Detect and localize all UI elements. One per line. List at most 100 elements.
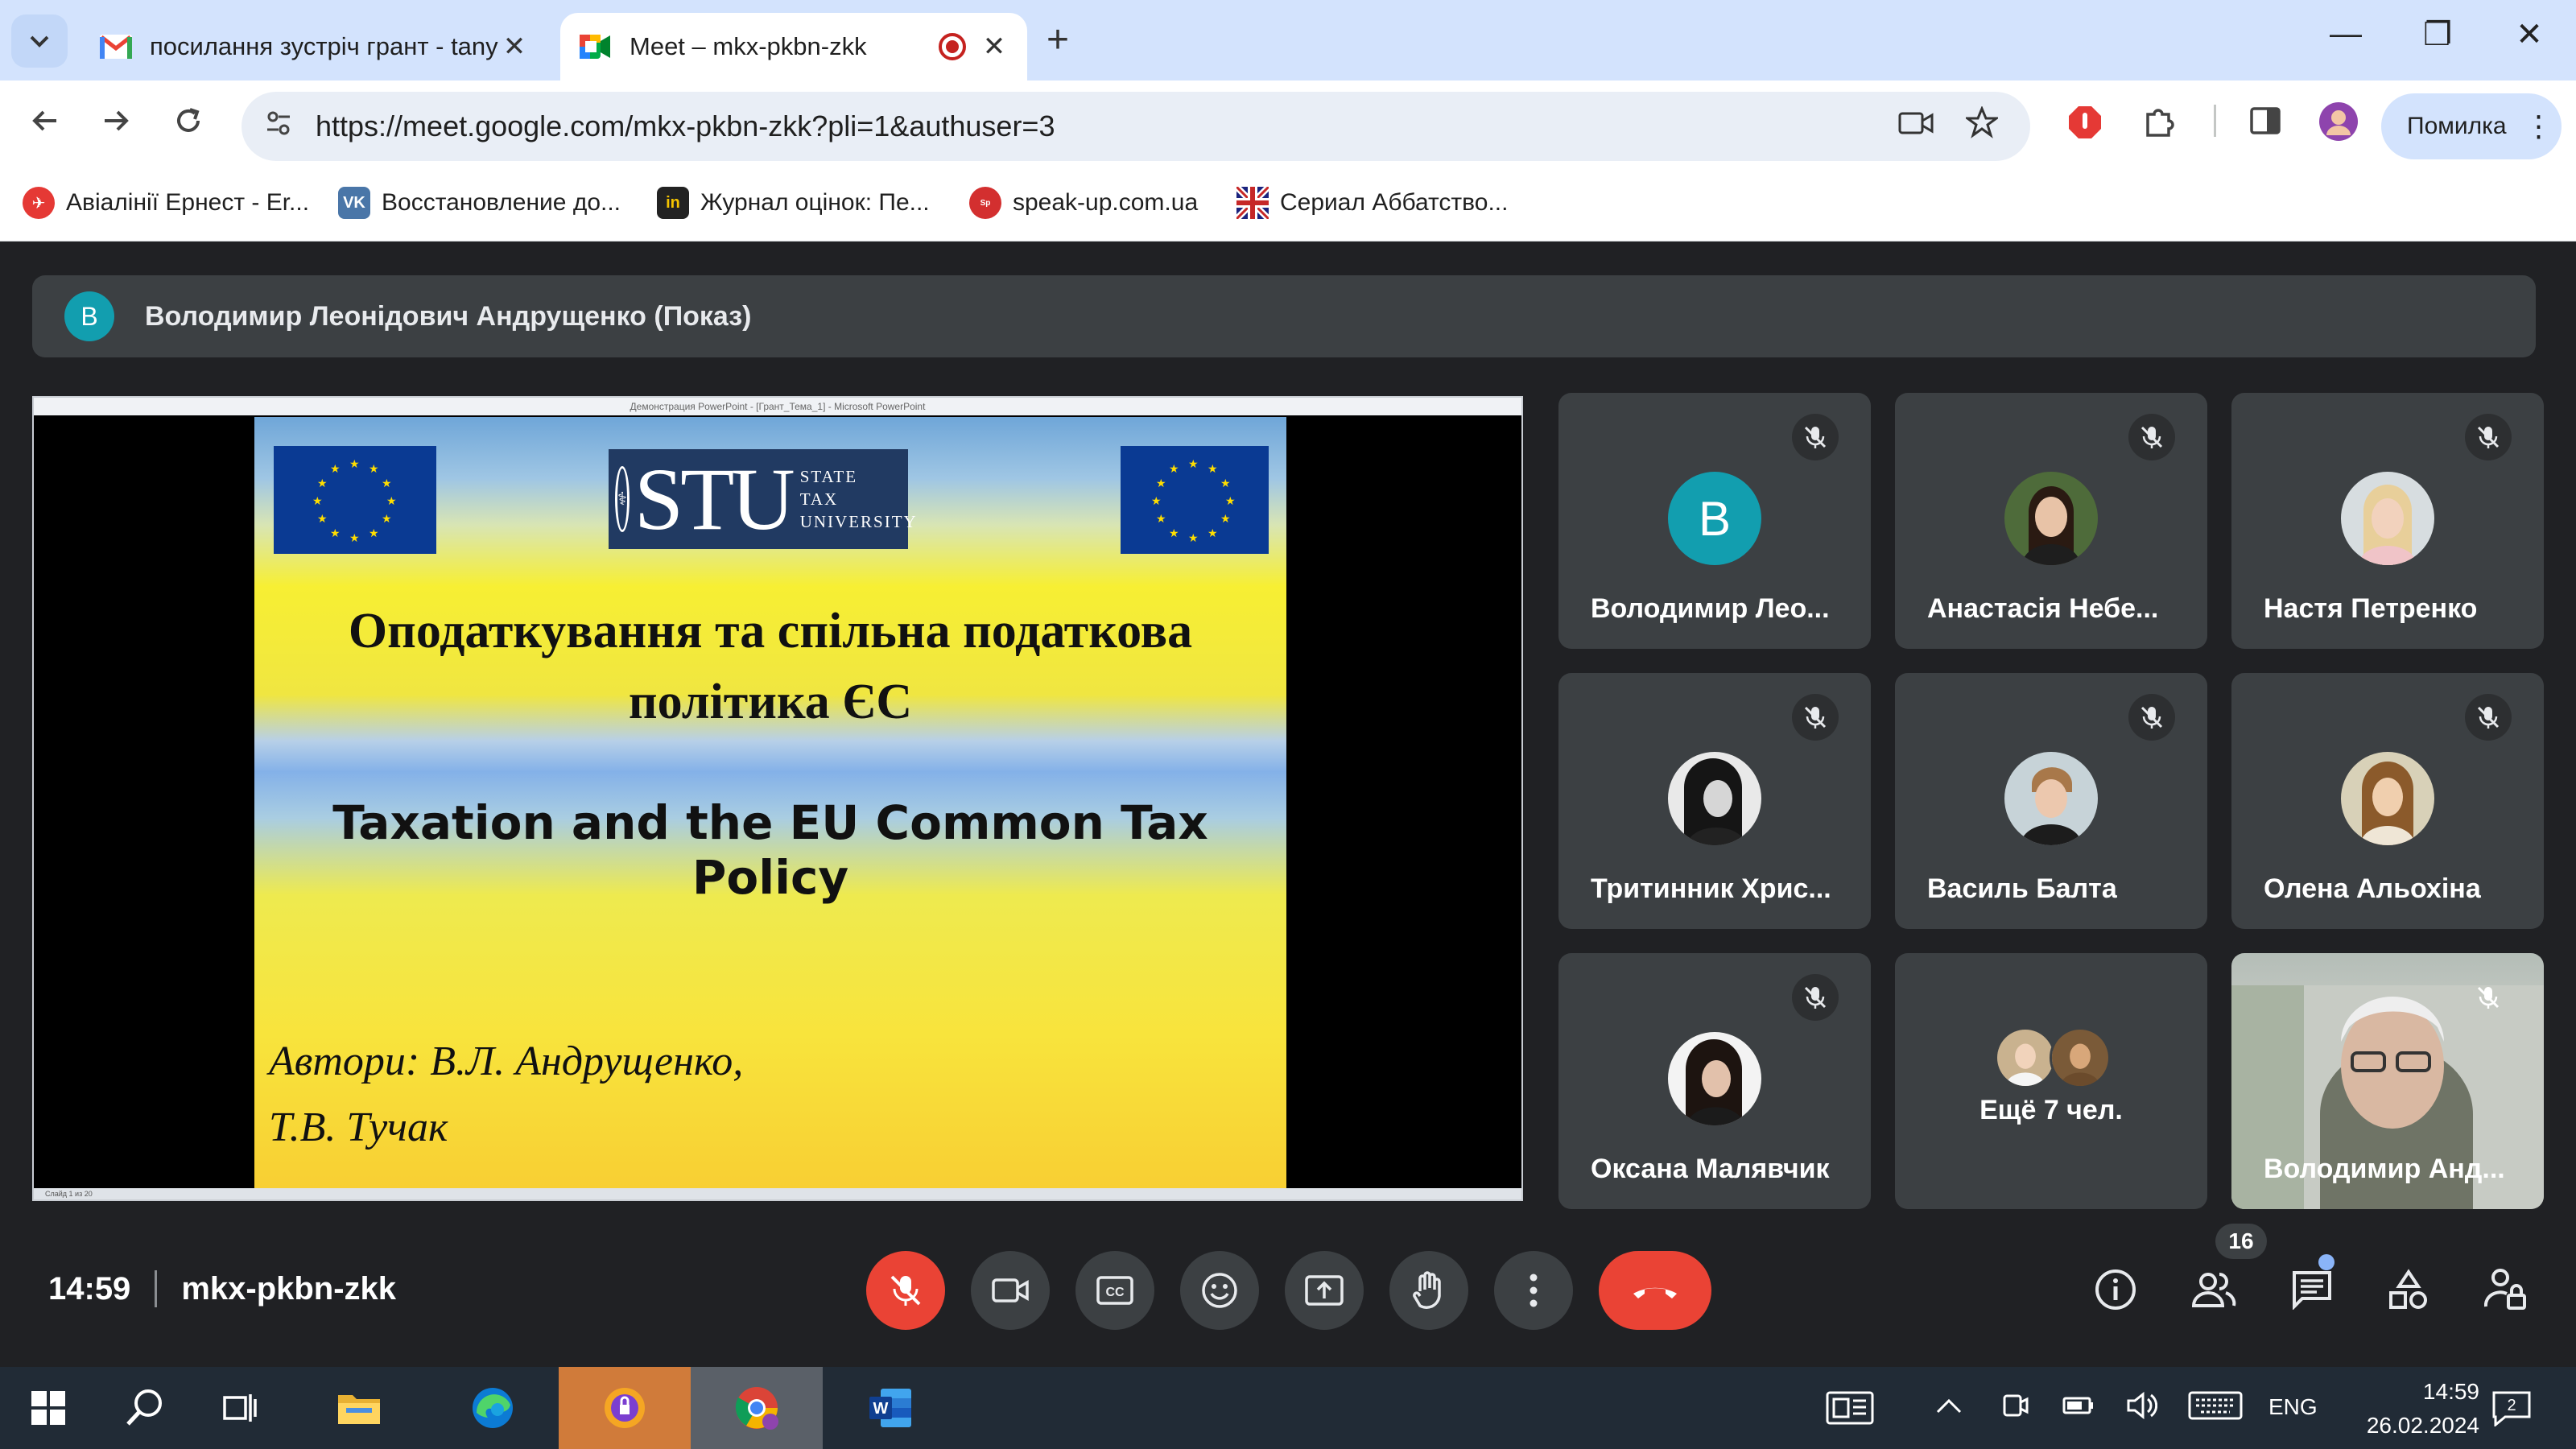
arrow-left-icon [32, 110, 56, 131]
emoji-icon [1202, 1273, 1237, 1308]
meeting-details-button[interactable] [2090, 1264, 2141, 1315]
divider [155, 1270, 158, 1307]
window-close-button[interactable]: ✕ [2505, 16, 2553, 53]
clock-date: 26.02.2024 [2366, 1413, 2479, 1438]
svg-text:CC: CC [1105, 1286, 1125, 1299]
bookmark-item[interactable]: ✈ Авіалінії Ернест - Er... [23, 187, 309, 219]
meet-now-icon[interactable] [2001, 1391, 2030, 1427]
notifications-button[interactable]: 2 [2491, 1389, 2533, 1434]
reload-icon [177, 108, 200, 132]
participant-tile[interactable]: В Володимир Лео... [1558, 393, 1871, 649]
forward-button[interactable] [92, 105, 140, 146]
news-widget-icon[interactable] [1826, 1391, 1874, 1432]
powerpoint-titlebar: Демонстрация PowerPoint - [Грант_Тема_1]… [34, 398, 1521, 415]
bookmark-item[interactable]: in Журнал оцінок: Пе... [657, 187, 930, 219]
meet-controls: 14:59 mkx-pkbn-zkk CC 16 [0, 1206, 2576, 1367]
camera-in-use-icon[interactable] [1898, 109, 1934, 145]
file-explorer-button[interactable] [327, 1367, 391, 1449]
tab-gmail[interactable]: посилання зустріч грант - tany ✕ [80, 13, 547, 80]
bookmark-item[interactable]: Сериал Аббатство... [1236, 187, 1508, 219]
people-button[interactable] [2188, 1264, 2240, 1315]
profile-error-button[interactable]: Помилка ⋮ [2381, 93, 2562, 159]
edge-button[interactable] [460, 1367, 525, 1449]
minimize-button[interactable]: — [2322, 16, 2370, 52]
edge-icon [473, 1388, 513, 1428]
adblock-extension-icon[interactable] [2067, 105, 2103, 148]
participant-tile[interactable]: Оксана Малявчик [1558, 953, 1871, 1209]
more-participants-avatars [1995, 1027, 2111, 1088]
participant-tile[interactable]: Олена Альохіна [2231, 673, 2544, 929]
powerpoint-statusbar: Слайд 1 из 20 [34, 1188, 1521, 1199]
svg-text:W: W [873, 1400, 889, 1418]
more-participants-tile[interactable]: Ещё 7 чел. [1895, 953, 2207, 1209]
keyboard-icon[interactable] [2188, 1391, 2243, 1427]
search-button[interactable] [113, 1367, 177, 1449]
word-button[interactable]: W [858, 1367, 923, 1449]
more-vert-icon[interactable]: ⋮ [2524, 109, 2553, 143]
bookmark-label: Сериал Аббатство... [1280, 189, 1509, 216]
tab-close-icon[interactable]: ✕ [980, 31, 1008, 63]
vpn-app-button[interactable] [559, 1367, 691, 1449]
chevron-up-icon[interactable] [1935, 1391, 1963, 1422]
chrome-button[interactable] [691, 1367, 823, 1449]
participant-avatar: В [1668, 472, 1761, 565]
url-text[interactable]: https://meet.google.com/mkx-pkbn-zkk?pli… [316, 109, 1898, 143]
chat-button[interactable] [2286, 1264, 2338, 1315]
people-icon [2191, 1273, 2236, 1307]
start-button[interactable] [16, 1367, 80, 1449]
captions-button[interactable]: CC [1075, 1251, 1154, 1330]
airline-favicon-icon: ✈ [23, 187, 55, 219]
stu-logo: ⚕ STU STATE TAX UNIVERSITY [609, 449, 916, 549]
present-to-all-icon [1305, 1275, 1344, 1306]
side-panel-icon[interactable] [2249, 105, 2281, 145]
site-info-icon[interactable] [264, 109, 296, 145]
back-button[interactable] [21, 105, 69, 146]
mic-off-icon [2465, 974, 2512, 1021]
participant-video-tile[interactable]: Володимир Анд... [2231, 953, 2544, 1209]
participant-name: Олена Альохіна [2264, 873, 2481, 904]
info-icon [2095, 1269, 2136, 1310]
participant-avatar [1668, 1032, 1761, 1125]
participant-tile[interactable]: Анастасія Небе... [1895, 393, 2207, 649]
mic-toggle-button[interactable] [866, 1251, 945, 1330]
bookmark-star-icon[interactable] [1963, 105, 2000, 147]
task-view-button[interactable] [208, 1367, 272, 1449]
participant-tile[interactable]: Василь Балта [1895, 673, 2207, 929]
new-tab-button[interactable]: + [1046, 18, 1069, 62]
camera-toggle-button[interactable] [971, 1251, 1050, 1330]
participant-tile[interactable]: Настя Петренко [2231, 393, 2544, 649]
bookmark-item[interactable]: VK Восстановление до... [338, 187, 621, 219]
restore-button[interactable]: ❐ [2413, 16, 2462, 53]
eu-flag-icon: ★ ★ ★ ★ ★ ★ ★ ★ ★ ★ ★ ★ [274, 446, 436, 554]
presenter-name: Володимир Леонідович Андрущенко (Показ) [145, 300, 752, 332]
participant-name: Володимир Анд... [2264, 1154, 2505, 1184]
address-bar[interactable]: https://meet.google.com/mkx-pkbn-zkk?pli… [242, 92, 2030, 161]
lock-person-icon [2484, 1269, 2526, 1310]
participant-avatar [1668, 752, 1761, 845]
reload-button[interactable] [164, 105, 213, 146]
tab-meet[interactable]: Meet – mkx-pkbn-zkk ✕ [560, 13, 1027, 80]
participant-tile[interactable]: Тритинник Хрис... [1558, 673, 1871, 929]
bookmark-item[interactable]: Sp speak-up.com.ua [969, 187, 1198, 219]
extensions-icon[interactable] [2141, 105, 2177, 148]
present-screen-button[interactable] [1285, 1251, 1364, 1330]
activities-button[interactable] [2383, 1264, 2434, 1315]
host-controls-button[interactable] [2479, 1264, 2531, 1315]
profile-avatar[interactable] [2318, 101, 2359, 150]
raise-hand-button[interactable] [1389, 1251, 1468, 1330]
mic-off-icon [2465, 694, 2512, 741]
tab-search-button[interactable] [11, 14, 68, 68]
more-options-button[interactable] [1494, 1251, 1573, 1330]
vk-favicon-icon: VK [338, 187, 370, 219]
participant-name: Настя Петренко [2264, 593, 2478, 624]
battery-icon[interactable] [2062, 1391, 2095, 1422]
tab-close-icon[interactable]: ✕ [501, 31, 528, 63]
reactions-button[interactable] [1180, 1251, 1259, 1330]
system-clock[interactable]: 14:59 26.02.2024 [2318, 1375, 2479, 1443]
volume-icon[interactable] [2125, 1391, 2158, 1427]
meeting-time: 14:59 [48, 1270, 131, 1307]
input-language[interactable]: ENG [2268, 1394, 2318, 1420]
slide-authors: Автори: В.Л. Андрущенко, Т.В. Тучак [269, 1038, 744, 1150]
folder-icon [338, 1395, 380, 1424]
leave-call-button[interactable] [1599, 1251, 1711, 1330]
